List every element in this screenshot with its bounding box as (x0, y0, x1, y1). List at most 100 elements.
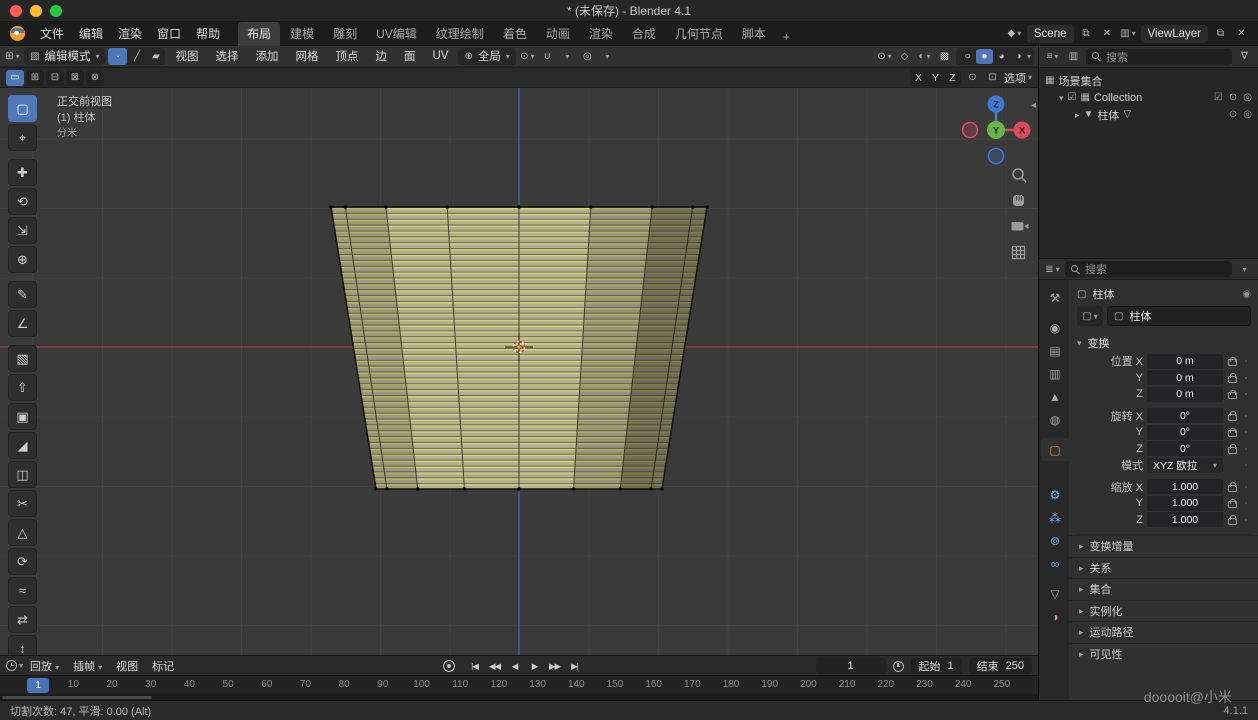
lock-icon[interactable] (1227, 481, 1237, 493)
hide-viewport-icon[interactable]: ⊙ (1229, 92, 1237, 103)
tab-particles[interactable]: ⁂ (1041, 506, 1069, 529)
snap-target-icon[interactable]: ⊡ (984, 69, 1001, 87)
lock-icon[interactable] (1227, 355, 1237, 367)
lock-icon[interactable] (1227, 426, 1237, 438)
lock-icon[interactable] (1227, 514, 1237, 526)
close-window-button[interactable] (10, 5, 22, 17)
viewport-menu[interactable]: 选择 (208, 47, 245, 65)
viewlayer-name-field[interactable]: ViewLayer (1141, 25, 1209, 43)
keying-menu[interactable]: 插帧 ▾ (66, 658, 109, 674)
value-field[interactable]: 0° (1147, 425, 1223, 440)
mode-dropdown[interactable]: ▧编辑模式▾ (24, 48, 105, 65)
vertex-select-button[interactable]: ∙ (108, 48, 127, 65)
mirror-axis-button[interactable]: X (910, 70, 927, 86)
timeline-ruler[interactable]: 1020304050607080901001101201301401501601… (0, 675, 1038, 694)
tool-edge-slide[interactable]: ⇄ (8, 606, 37, 633)
view-menu[interactable]: 视图 (109, 658, 145, 674)
blender-logo-icon[interactable] (10, 26, 25, 41)
shading-options-button[interactable]: ▾ (1027, 52, 1031, 61)
next-keyframe-button[interactable]: ▶▶ (546, 658, 563, 674)
mirror-axis-button[interactable]: Z (944, 70, 961, 86)
value-field[interactable]: 0 m (1147, 354, 1223, 369)
tool-inset[interactable]: ▣ (8, 403, 37, 430)
edge-select-button[interactable]: ╱ (127, 48, 146, 65)
jump-to-start-button[interactable]: |◀ (466, 658, 483, 674)
wireframe-shading-button[interactable]: ○ (959, 49, 976, 64)
tool-add-cube[interactable]: ▧ (8, 345, 37, 372)
proportional-edit-icon[interactable]: ◎ (579, 47, 596, 65)
snap-option-icon[interactable]: ⊙ (964, 69, 981, 87)
animate-dot-icon[interactable] (1241, 514, 1251, 526)
viewport-canvas[interactable]: Z X Y (0, 88, 1038, 655)
play-button[interactable]: ▶ (526, 658, 543, 674)
object-browse-button[interactable]: ▢▾ (1077, 306, 1103, 326)
tab-material[interactable]: ◑ (1041, 605, 1069, 628)
tool-loop-cut[interactable]: ◫ (8, 461, 37, 488)
menu-help[interactable]: 帮助 (189, 23, 227, 44)
tab-output[interactable]: ▤ (1041, 339, 1069, 362)
menu-render[interactable]: 渲染 (111, 23, 149, 44)
select-invert-button[interactable]: ⊠ (66, 70, 84, 86)
tab-render[interactable]: ◉ (1041, 316, 1069, 339)
panel-section-header[interactable]: 集合 (1069, 578, 1258, 600)
prev-keyframe-button[interactable]: ◀◀ (486, 658, 503, 674)
collection-checkbox-icon[interactable]: ☑ (1068, 92, 1077, 103)
viewport-menu[interactable]: 视图 (168, 47, 205, 65)
viewport-menu[interactable]: UV (425, 49, 455, 63)
panel-section-header[interactable]: 变换增量 (1069, 535, 1258, 557)
add-workspace-button[interactable]: + (776, 28, 797, 46)
animate-dot-icon[interactable] (1241, 388, 1251, 400)
properties-filter-button[interactable]: ▾ (1236, 260, 1253, 278)
lock-icon[interactable] (1227, 372, 1237, 384)
tab-object-data[interactable]: ▽ (1041, 582, 1069, 605)
workspace-tab[interactable]: 建模 (281, 22, 323, 46)
value-field[interactable]: 0° (1147, 408, 1223, 423)
workspace-tab[interactable]: 几何节点 (666, 22, 732, 46)
viewport-3d[interactable]: Z X Y (0, 88, 1038, 655)
tab-physics[interactable]: ⊚ (1041, 529, 1069, 552)
object-name-field[interactable]: ▢ 柱体 (1107, 306, 1251, 326)
animate-dot-icon[interactable] (1241, 459, 1251, 471)
menu-edit[interactable]: 编辑 (72, 23, 110, 44)
workspace-tab[interactable]: 渲染 (580, 22, 622, 46)
gizmo-minus-z-ball[interactable] (989, 149, 1004, 164)
tab-constraints[interactable]: ∞ (1041, 552, 1069, 575)
frame-start-field[interactable]: 起始1 (911, 658, 962, 674)
mirror-axis-button[interactable]: Y (927, 70, 944, 86)
tool-select-box[interactable]: ▢ (8, 95, 37, 122)
tool-knife[interactable]: ✂ (8, 490, 37, 517)
overlays-dropdown[interactable]: ◐▾ (916, 47, 933, 65)
new-viewlayer-icon[interactable]: ⧉ (1212, 25, 1229, 43)
tool-options-dropdown[interactable]: 选项▾ (1004, 69, 1032, 87)
tool-move[interactable]: ✚ (8, 159, 37, 186)
tab-modifiers[interactable]: ⚙ (1041, 483, 1069, 506)
proportional-options-button[interactable]: ▾ (599, 47, 616, 65)
value-field[interactable]: 0 m (1147, 387, 1223, 402)
workspace-tab[interactable]: 雕刻 (324, 22, 366, 46)
snap-options-button[interactable]: ▾ (559, 47, 576, 65)
value-field[interactable]: 0° (1147, 441, 1223, 456)
outliner-filter-icon[interactable]: ∇ (1236, 48, 1253, 66)
outliner-display-mode-icon[interactable]: ▥ (1065, 48, 1082, 66)
viewport-menu[interactable]: 添加 (248, 47, 285, 65)
panel-section-header[interactable]: 实例化 (1069, 600, 1258, 622)
animate-dot-icon[interactable] (1241, 497, 1251, 509)
outliner-search-input[interactable]: 搜索 (1086, 49, 1232, 65)
current-frame-marker[interactable]: 1 (27, 678, 49, 693)
animate-dot-icon[interactable] (1241, 355, 1251, 367)
unlink-scene-icon[interactable]: ✕ (1099, 25, 1116, 43)
remove-viewlayer-icon[interactable]: ✕ (1233, 25, 1250, 43)
animate-dot-icon[interactable] (1241, 443, 1251, 455)
xray-toggle-icon[interactable]: ▩ (936, 47, 953, 65)
solid-shading-button[interactable]: ● (976, 49, 993, 64)
marker-menu[interactable]: 标记 (145, 658, 181, 674)
pivot-point-button[interactable]: ⊙▾ (519, 47, 536, 65)
disable-render-icon[interactable]: ◎ (1243, 109, 1252, 120)
menu-window[interactable]: 窗口 (150, 23, 188, 44)
menu-file[interactable]: 文件 (33, 23, 71, 44)
pin-icon[interactable]: ◉ (1242, 289, 1251, 300)
tool-spin[interactable]: ⟳ (8, 548, 37, 575)
tab-object[interactable]: ▢ (1041, 438, 1069, 461)
viewport-menu[interactable]: 网格 (288, 47, 325, 65)
outliner-row-collection[interactable]: ☑ ▦ Collection ☑ ⊙ ◎ (1039, 89, 1258, 106)
